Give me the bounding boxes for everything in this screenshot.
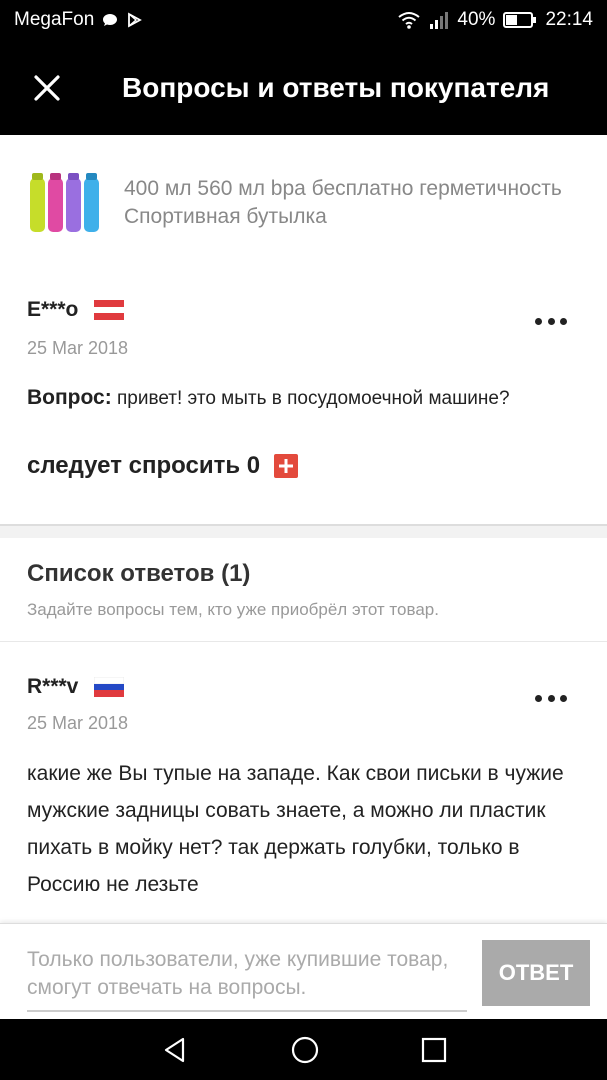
section-divider <box>0 524 607 538</box>
answer-card: R***v 25 Mar 2018 какие же Вы тупые на з… <box>0 643 607 923</box>
recents-icon[interactable] <box>421 1037 447 1063</box>
answer-author-name: R***v <box>27 675 79 698</box>
answer-author: R***v <box>27 675 125 699</box>
clock: 22:14 <box>545 9 593 30</box>
plus-icon <box>279 459 294 473</box>
question-author-name: E***o <box>27 298 79 321</box>
dot-icon <box>560 694 567 702</box>
austria-flag-icon <box>94 300 125 320</box>
answers-title: Список ответов (1) <box>27 560 251 587</box>
question-text-row: Вопрос: привет! это мыть в посудомоечной… <box>27 386 510 410</box>
question-text: привет! это мыть в посудомоечной машине? <box>117 388 510 409</box>
product-summary[interactable]: 400 мл 560 мл bpa бесплатно герметичност… <box>0 135 607 270</box>
page-title: Вопросы и ответы покупателя <box>122 71 550 103</box>
reply-input[interactable]: Только пользователи, уже купившие товар,… <box>27 946 467 1012</box>
dot-icon <box>547 317 555 325</box>
russia-flag-icon <box>94 677 125 697</box>
system-nav-bar <box>0 1019 607 1080</box>
answer-more-button[interactable] <box>535 693 567 703</box>
signal-icon <box>430 12 449 29</box>
reply-button[interactable]: ОТВЕТ <box>482 940 590 1006</box>
dot-icon <box>560 317 567 325</box>
ask-count-label: следует спросить 0 <box>27 452 261 479</box>
answers-subtitle: Задайте вопросы тем, кто уже приобрёл эт… <box>27 600 439 619</box>
question-author: E***o <box>27 298 125 322</box>
play-store-icon <box>128 12 143 28</box>
battery-percent: 40% <box>457 9 496 30</box>
dot-icon <box>535 694 542 702</box>
answer-date: 25 Mar 2018 <box>27 713 129 733</box>
back-icon[interactable] <box>161 1036 189 1064</box>
app-bar: Вопросы и ответы покупателя <box>0 40 607 135</box>
answers-header: Список ответов (1) Задайте вопросы тем, … <box>0 538 607 642</box>
wifi-icon <box>398 12 421 29</box>
dot-icon <box>547 694 555 702</box>
product-name: 400 мл 560 мл bpa бесплатно герметичност… <box>124 176 562 228</box>
question-card: E***o 25 Mar 2018 Вопрос: привет! это мы… <box>0 270 607 525</box>
home-icon[interactable] <box>290 1035 320 1065</box>
carrier-label: MegaFon <box>14 9 95 30</box>
status-bar: MegaFon 40% 22:14 <box>0 0 607 40</box>
answer-text: какие же Вы тупые на западе. Как свои пи… <box>27 762 564 896</box>
add-button[interactable] <box>274 454 299 478</box>
question-label: Вопрос: <box>27 386 112 409</box>
question-date: 25 Mar 2018 <box>27 338 129 358</box>
ask-count-row: следует спросить 0 <box>27 452 299 480</box>
reply-bar: Только пользователи, уже купившие товар,… <box>0 923 607 1019</box>
message-icon <box>103 14 118 26</box>
close-button[interactable] <box>12 40 82 135</box>
dot-icon <box>535 317 542 325</box>
close-icon <box>34 74 60 101</box>
question-more-button[interactable] <box>535 316 567 326</box>
battery-icon <box>503 12 537 28</box>
product-thumbnail <box>30 173 99 232</box>
